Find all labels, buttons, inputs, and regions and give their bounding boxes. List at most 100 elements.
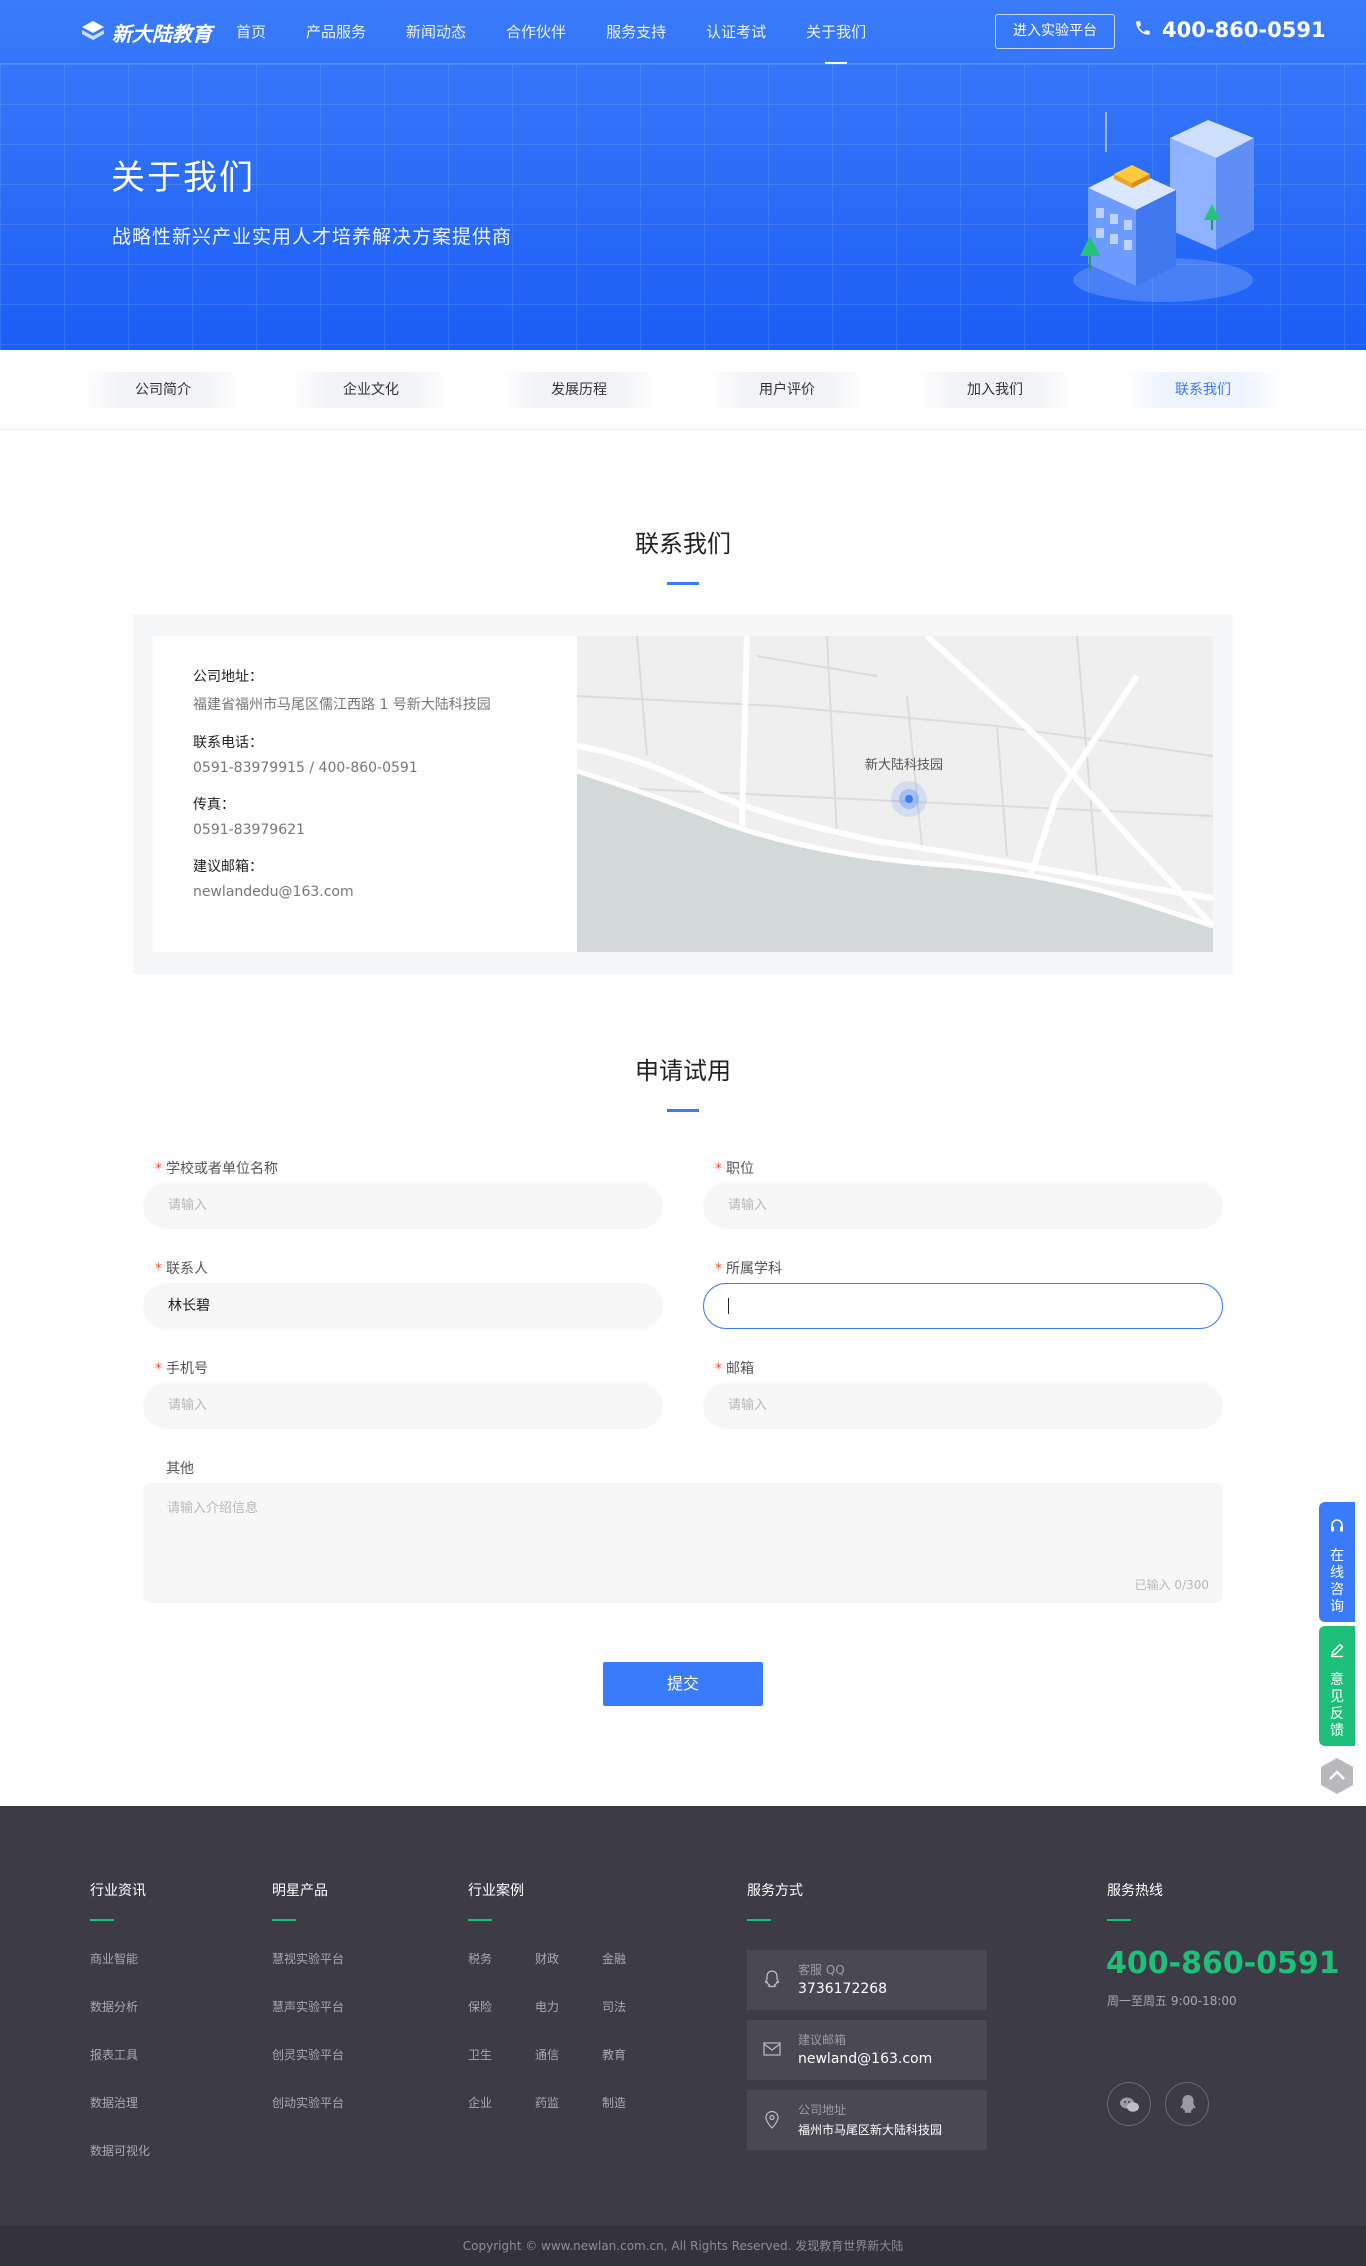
feedback-button[interactable]: 意见反馈 (1319, 1626, 1355, 1746)
contact-fax-value: 0591-83979621 (193, 822, 305, 838)
nav-about[interactable]: 关于我们 (806, 0, 866, 64)
logo[interactable]: 新大陆教育 (82, 18, 212, 47)
contact-panel: 公司地址： 福建省福州市马尾区儒江西路 1 号新大陆科技园 联系电话： 0591… (133, 614, 1233, 974)
contact-email-value: newlandedu@163.com (193, 884, 354, 900)
footer-col-underline (272, 1919, 296, 1921)
subtab-contact-us[interactable]: 联系我们 (1123, 372, 1283, 408)
contact-phone: 联系电话： 0591-83979915 / 400-860-0591 (193, 732, 491, 776)
mobile-field-label: * 手机号 (155, 1358, 208, 1378)
subtab-history[interactable]: 发展历程 (499, 372, 659, 408)
apply-section-title: 申请试用 (635, 1057, 731, 1085)
contact-fax-label: 传真： (193, 797, 235, 813)
footer-link[interactable]: 慧声实验平台 (272, 1998, 344, 2015)
wechat-icon (1120, 2097, 1139, 2112)
service-address-label: 公司地址 (798, 2103, 847, 2117)
mobile-label-text: 手机号 (166, 1361, 208, 1377)
back-to-top-button[interactable] (1319, 1756, 1355, 1796)
position-input[interactable]: 请输入 (703, 1183, 1223, 1229)
required-mark: * (155, 1161, 162, 1177)
mobile-input[interactable]: 请输入 (143, 1383, 663, 1429)
required-mark: * (715, 1161, 722, 1177)
nav-support[interactable]: 服务支持 (606, 0, 666, 64)
subtab-reviews[interactable]: 用户评价 (707, 372, 867, 408)
contact-info: 公司地址： 福建省福州市马尾区儒江西路 1 号新大陆科技园 联系电话： 0591… (193, 666, 491, 918)
footer-hotline-hours: 周一至周五 9:00-18:00 (1107, 1994, 1237, 2008)
nav-partners[interactable]: 合作伙伴 (506, 0, 566, 64)
site-footer: 行业资讯 商业智能 数据分析 报表工具 数据治理 数据可视化 明星产品 慧视实验… (0, 1806, 1366, 2226)
contact-phone-label: 联系电话： (193, 735, 263, 751)
apply-title-underline (667, 1109, 699, 1112)
subtab-company-profile[interactable]: 公司简介 (83, 372, 243, 408)
required-mark: * (715, 1261, 722, 1277)
headset-icon (1329, 1518, 1345, 1538)
footer-link[interactable]: 税务 (468, 1950, 492, 1967)
footer-link[interactable]: 数据治理 (90, 2094, 138, 2111)
footer-link[interactable]: 药监 (535, 2094, 559, 2111)
footer-link[interactable]: 电力 (535, 1998, 559, 2015)
service-address-value: 福州市马尾区新大陆科技园 (798, 2123, 943, 2137)
wechat-button[interactable] (1107, 2082, 1151, 2126)
hero-title: 关于我们 (111, 158, 255, 198)
contact-section-title: 联系我们 (635, 530, 731, 558)
footer-col-underline (1107, 1919, 1131, 1921)
subtab-join-us[interactable]: 加入我们 (915, 372, 1075, 408)
footer-link[interactable]: 慧视实验平台 (272, 1950, 344, 1967)
hero-subtitle: 战略性新兴产业实用人才培养解决方案提供商 (112, 226, 513, 248)
location-map[interactable]: 新大陆科技园 (577, 636, 1213, 952)
online-consult-button[interactable]: 在线咨询 (1319, 1502, 1355, 1622)
footer-link[interactable]: 财政 (535, 1950, 559, 1967)
submit-button[interactable]: 提交 (603, 1662, 763, 1706)
qq-social-button[interactable] (1165, 2082, 1209, 2126)
copyright: Copyright © www.newlan.com.cn, All Right… (0, 2226, 1366, 2266)
phone-icon (1134, 18, 1152, 42)
footer-col-underline (90, 1919, 114, 1921)
contact-address-label: 公司地址： (193, 669, 263, 685)
footer-link[interactable]: 创动实验平台 (272, 2094, 344, 2111)
mail-icon (761, 2038, 783, 2060)
footer-link[interactable]: 报表工具 (90, 2046, 138, 2063)
nav-home[interactable]: 首页 (236, 0, 266, 64)
enter-lab-button[interactable]: 进入实验平台 (995, 14, 1115, 49)
org-label-text: 学校或者单位名称 (166, 1161, 278, 1177)
about-subtabs: 公司简介 企业文化 发展历程 用户评价 加入我们 联系我们 (0, 350, 1366, 430)
service-email[interactable]: 建议邮箱 newland@163.com (747, 2020, 987, 2080)
online-consult-label: 在线咨询 (1330, 1548, 1344, 1615)
service-qq[interactable]: 客服 QQ 3736172268 (747, 1950, 987, 2010)
org-input[interactable]: 请输入 (143, 1183, 663, 1229)
footer-link[interactable]: 商业智能 (90, 1950, 138, 1967)
footer-link[interactable]: 卫生 (468, 2046, 492, 2063)
service-address[interactable]: 公司地址 福州市马尾区新大陆科技园 (747, 2090, 987, 2150)
footer-link[interactable]: 数据分析 (90, 1998, 138, 2015)
service-qq-label: 客服 QQ (798, 1963, 845, 1977)
edit-icon (1329, 1642, 1345, 1662)
nav-certification[interactable]: 认证考试 (706, 0, 766, 64)
nav-news[interactable]: 新闻动态 (406, 0, 466, 64)
subject-label-text: 所属学科 (726, 1261, 782, 1277)
footer-link[interactable]: 创灵实验平台 (272, 2046, 344, 2063)
required-mark: * (715, 1361, 722, 1377)
contact-person-field-label: * 联系人 (155, 1258, 208, 1278)
map-location-label: 新大陆科技园 (865, 758, 944, 773)
main-nav: 首页 产品服务 新闻动态 合作伙伴 服务支持 认证考试 关于我们 (236, 0, 906, 64)
nav-products[interactable]: 产品服务 (306, 0, 366, 64)
email-input[interactable]: 请输入 (703, 1383, 1223, 1429)
other-placeholder: 请输入介绍信息 (167, 1501, 259, 1516)
footer-link[interactable]: 企业 (468, 2094, 492, 2111)
contact-address: 公司地址： 福建省福州市马尾区儒江西路 1 号新大陆科技园 (193, 666, 491, 714)
footer-link[interactable]: 教育 (602, 2046, 626, 2063)
footer-link[interactable]: 数据可视化 (90, 2142, 150, 2159)
footer-link[interactable]: 制造 (602, 2094, 626, 2111)
subject-input[interactable] (703, 1283, 1223, 1329)
other-textarea[interactable]: 请输入介绍信息 已输入 0/300 (143, 1483, 1223, 1603)
contact-email: 建议邮箱： newlandedu@163.com (193, 856, 491, 900)
subtab-culture[interactable]: 企业文化 (291, 372, 451, 408)
footer-link[interactable]: 通信 (535, 2046, 559, 2063)
footer-link[interactable]: 保险 (468, 1998, 492, 2015)
contact-title-underline (667, 582, 699, 585)
footer-hotline-number: 400-860-0591 (1106, 1946, 1340, 1981)
footer-link[interactable]: 司法 (602, 1998, 626, 2015)
footer-hotline-title: 服务热线 (1107, 1883, 1163, 1899)
footer-link[interactable]: 金融 (602, 1950, 626, 1967)
contact-person-input[interactable]: 林长碧 (143, 1283, 663, 1329)
contact-phone-value: 0591-83979915 / 400-860-0591 (193, 760, 418, 776)
